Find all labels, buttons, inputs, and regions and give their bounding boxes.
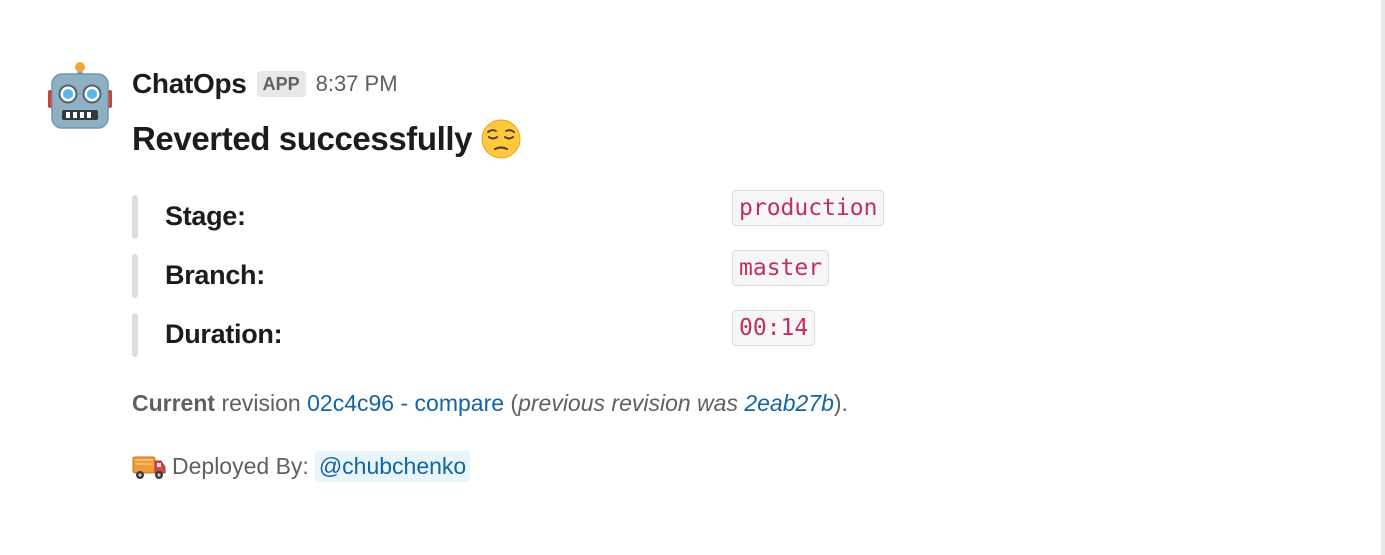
scrollbar-track[interactable] <box>1381 0 1385 555</box>
message-timestamp[interactable]: 8:37 PM <box>316 71 398 97</box>
pensive-face-icon <box>481 119 521 159</box>
user-mention[interactable]: @chubchenko <box>314 450 471 482</box>
field-label: Stage: <box>165 201 246 231</box>
message-title-text: Reverted successfully <box>132 120 473 157</box>
revision-current-label: Current <box>132 390 216 416</box>
robot-icon[interactable] <box>48 62 112 130</box>
truck-icon <box>132 456 166 479</box>
field-value-duration: 00:14 <box>732 310 816 346</box>
message-title: Reverted successfully <box>132 116 522 162</box>
previous-revision-text: previous revision was <box>518 390 738 416</box>
field-label: Duration: <box>165 319 283 349</box>
sender-name[interactable]: ChatOps <box>132 68 247 100</box>
message-header: ChatOps APP 8:37 PM <box>132 66 398 102</box>
revision-separator: - <box>400 390 409 416</box>
deployed-by-line: Deployed By: @chubchenko <box>132 448 471 484</box>
field-bar <box>132 195 138 239</box>
field-value-branch: master <box>732 250 830 286</box>
message-container: ChatOps APP 8:37 PM Reverted successfull… <box>0 0 1385 555</box>
field-bar <box>132 254 138 298</box>
field-bar <box>132 313 138 357</box>
compare-link[interactable]: compare <box>415 390 504 416</box>
field-value-stage: production <box>732 190 885 226</box>
deployed-by-label: Deployed By: <box>172 452 309 479</box>
app-badge: APP <box>256 71 306 97</box>
current-revision-link[interactable]: 02c4c96 <box>307 390 394 416</box>
revision-line: Current revision 02c4c96 - compare (prev… <box>132 390 848 416</box>
field-label: Branch: <box>165 260 265 290</box>
previous-revision-link[interactable]: 2eab27b <box>744 390 834 416</box>
revision-word: revision <box>221 390 301 416</box>
